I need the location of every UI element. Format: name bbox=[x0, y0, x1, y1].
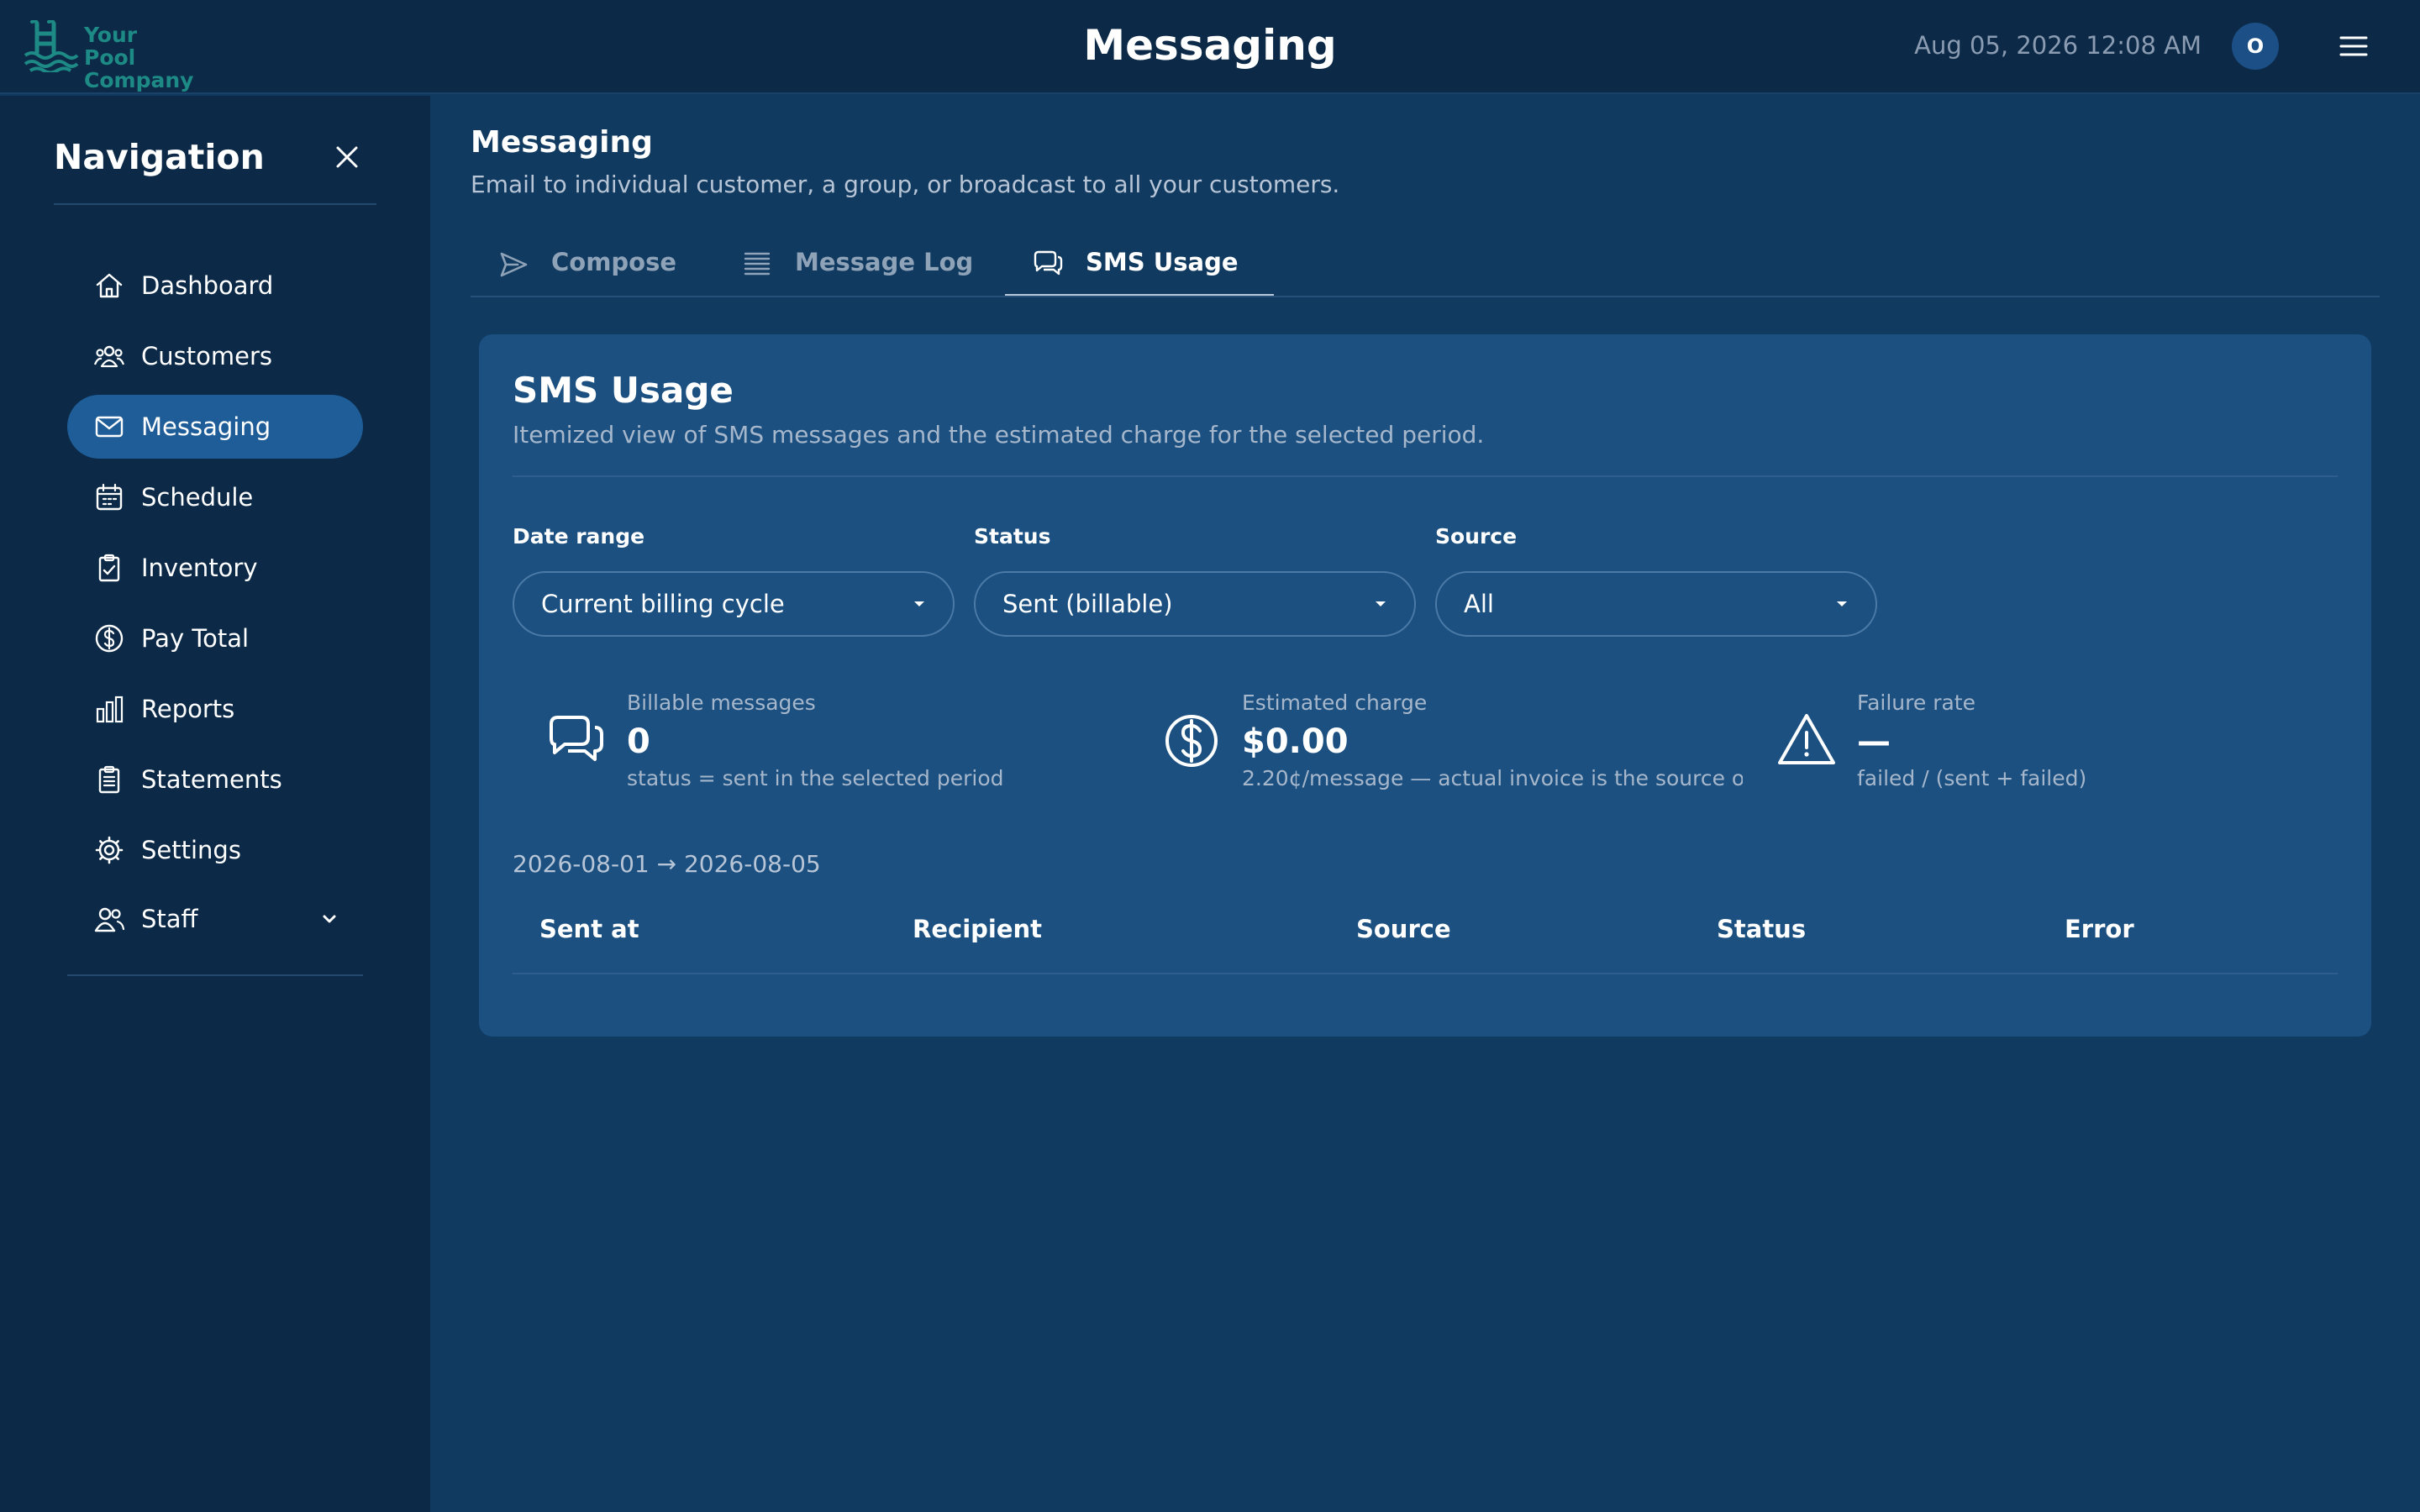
list-icon bbox=[744, 252, 771, 276]
sidebar-item-label: Dashboard bbox=[141, 271, 274, 300]
sidebar-item-label: Customers bbox=[141, 342, 272, 370]
stat-value: $0.00 bbox=[1242, 722, 1349, 761]
stat-failure-rate: Failure rate — failed / (sent + failed) bbox=[1743, 690, 2331, 800]
caret-down-icon bbox=[914, 601, 924, 606]
stat-note: failed / (sent + failed) bbox=[1857, 766, 2087, 790]
sidebar-title: Navigation bbox=[54, 137, 265, 177]
sidebar-item-staff[interactable]: Staff bbox=[67, 887, 363, 951]
sms-usage-card: SMS Usage Itemized view of SMS messages … bbox=[479, 334, 2371, 1037]
page-subtitle: Email to individual customer, a group, o… bbox=[471, 171, 1340, 198]
hamburger-menu-icon[interactable] bbox=[2339, 34, 2368, 59]
tab-message-log[interactable]: Message Log bbox=[714, 232, 981, 297]
caret-down-icon bbox=[1376, 601, 1386, 606]
sidebar-item-messaging[interactable]: Messaging bbox=[67, 395, 363, 459]
stat-billable-messages: Billable messages 0 status = sent in the… bbox=[513, 690, 1101, 800]
column-header-sent-at[interactable]: Sent at bbox=[539, 914, 639, 944]
source-label: Source bbox=[1435, 524, 1518, 549]
page-title: Messaging bbox=[471, 125, 653, 160]
sidebar-item-label: Statements bbox=[141, 765, 282, 794]
sidebar-item-label: Settings bbox=[141, 836, 241, 864]
stat-label: Failure rate bbox=[1857, 690, 1975, 715]
dollar-circle-icon bbox=[1165, 715, 1218, 767]
bar-chart-icon bbox=[96, 696, 124, 723]
envelope-icon bbox=[95, 416, 124, 438]
warning-triangle-icon bbox=[1778, 714, 1835, 764]
date-range-value: Current billing cycle bbox=[541, 590, 785, 618]
card-title: SMS Usage bbox=[513, 370, 734, 411]
sidebar-item-customers[interactable]: Customers bbox=[67, 324, 363, 388]
user-avatar[interactable]: O bbox=[2232, 23, 2279, 70]
sidebar-item-label: Messaging bbox=[141, 412, 271, 441]
top-bar: Your Pool Company Messaging Aug 05, 2026… bbox=[0, 0, 2420, 94]
stat-label: Estimated charge bbox=[1242, 690, 1428, 715]
tab-sms-usage[interactable]: SMS Usage bbox=[1005, 232, 1274, 297]
table-header-divider bbox=[513, 973, 2338, 974]
stat-estimated-charge: Estimated charge $0.00 2.20¢/message — a… bbox=[1128, 690, 1743, 800]
card-subtitle: Itemized view of SMS messages and the es… bbox=[513, 421, 1485, 449]
column-header-status[interactable]: Status bbox=[1717, 914, 1806, 944]
tab-label: Message Log bbox=[795, 248, 974, 276]
users-icon bbox=[94, 345, 124, 368]
gear-icon bbox=[95, 836, 124, 864]
tabs-divider bbox=[471, 296, 2380, 297]
sidebar-item-statements[interactable]: Statements bbox=[67, 748, 363, 811]
home-icon bbox=[96, 273, 123, 298]
source-select[interactable]: All bbox=[1435, 571, 1877, 637]
tab-label: SMS Usage bbox=[1086, 248, 1239, 276]
chevron-down-icon[interactable] bbox=[319, 909, 339, 929]
status-label: Status bbox=[974, 524, 1051, 549]
staff-icon bbox=[94, 907, 124, 932]
sidebar-item-schedule[interactable]: Schedule bbox=[67, 465, 363, 529]
date-range-select[interactable]: Current billing cycle bbox=[513, 571, 955, 637]
column-header-error[interactable]: Error bbox=[2065, 914, 2134, 944]
clipboard-check-icon bbox=[98, 554, 120, 582]
stat-value: — bbox=[1857, 722, 1891, 761]
status-value: Sent (billable) bbox=[1002, 590, 1173, 618]
sidebar-item-label: Reports bbox=[141, 695, 235, 723]
chat-bubbles-icon bbox=[1034, 250, 1063, 276]
sidebar-item-label: Staff bbox=[141, 905, 198, 933]
sidebar-item-label: Inventory bbox=[141, 554, 258, 582]
status-select[interactable]: Sent (billable) bbox=[974, 571, 1416, 637]
stat-value: 0 bbox=[627, 722, 650, 761]
sidebar-item-pay-total[interactable]: Pay Total bbox=[67, 606, 363, 670]
dollar-circle-icon bbox=[95, 624, 124, 653]
sidebar: Navigation Dashboard Customers Messaging… bbox=[0, 96, 430, 1512]
date-range-label: Date range bbox=[513, 524, 645, 549]
column-header-source[interactable]: Source bbox=[1356, 914, 1451, 944]
chat-bubbles-icon bbox=[550, 716, 603, 761]
card-divider bbox=[513, 475, 2338, 477]
sidebar-item-label: Schedule bbox=[141, 483, 254, 512]
sidebar-item-dashboard[interactable]: Dashboard bbox=[67, 254, 363, 318]
calendar-icon bbox=[96, 483, 123, 511]
caret-down-icon bbox=[1837, 601, 1847, 606]
send-icon bbox=[500, 252, 528, 277]
date-range-text: 2026-08-01 → 2026-08-05 bbox=[513, 850, 821, 878]
stat-note: 2.20¢/message — actual invoice is the so… bbox=[1242, 766, 1743, 790]
tab-label: Compose bbox=[551, 248, 677, 276]
logo-text-line2: Company bbox=[84, 68, 194, 92]
sidebar-item-settings[interactable]: Settings bbox=[67, 818, 363, 882]
sidebar-item-inventory[interactable]: Inventory bbox=[67, 536, 363, 600]
sidebar-divider bbox=[54, 203, 376, 205]
stat-label: Billable messages bbox=[627, 690, 816, 715]
stat-note: status = sent in the selected period bbox=[627, 766, 1004, 790]
column-header-recipient[interactable]: Recipient bbox=[913, 914, 1042, 944]
sidebar-item-reports[interactable]: Reports bbox=[67, 677, 363, 741]
close-icon[interactable] bbox=[333, 143, 361, 171]
source-value: All bbox=[1464, 590, 1494, 618]
document-list-icon bbox=[98, 765, 120, 794]
sidebar-divider bbox=[67, 974, 363, 976]
current-datetime: Aug 05, 2026 12:08 AM bbox=[1914, 31, 2202, 60]
sidebar-item-label: Pay Total bbox=[141, 624, 250, 653]
tab-compose[interactable]: Compose bbox=[471, 232, 696, 297]
